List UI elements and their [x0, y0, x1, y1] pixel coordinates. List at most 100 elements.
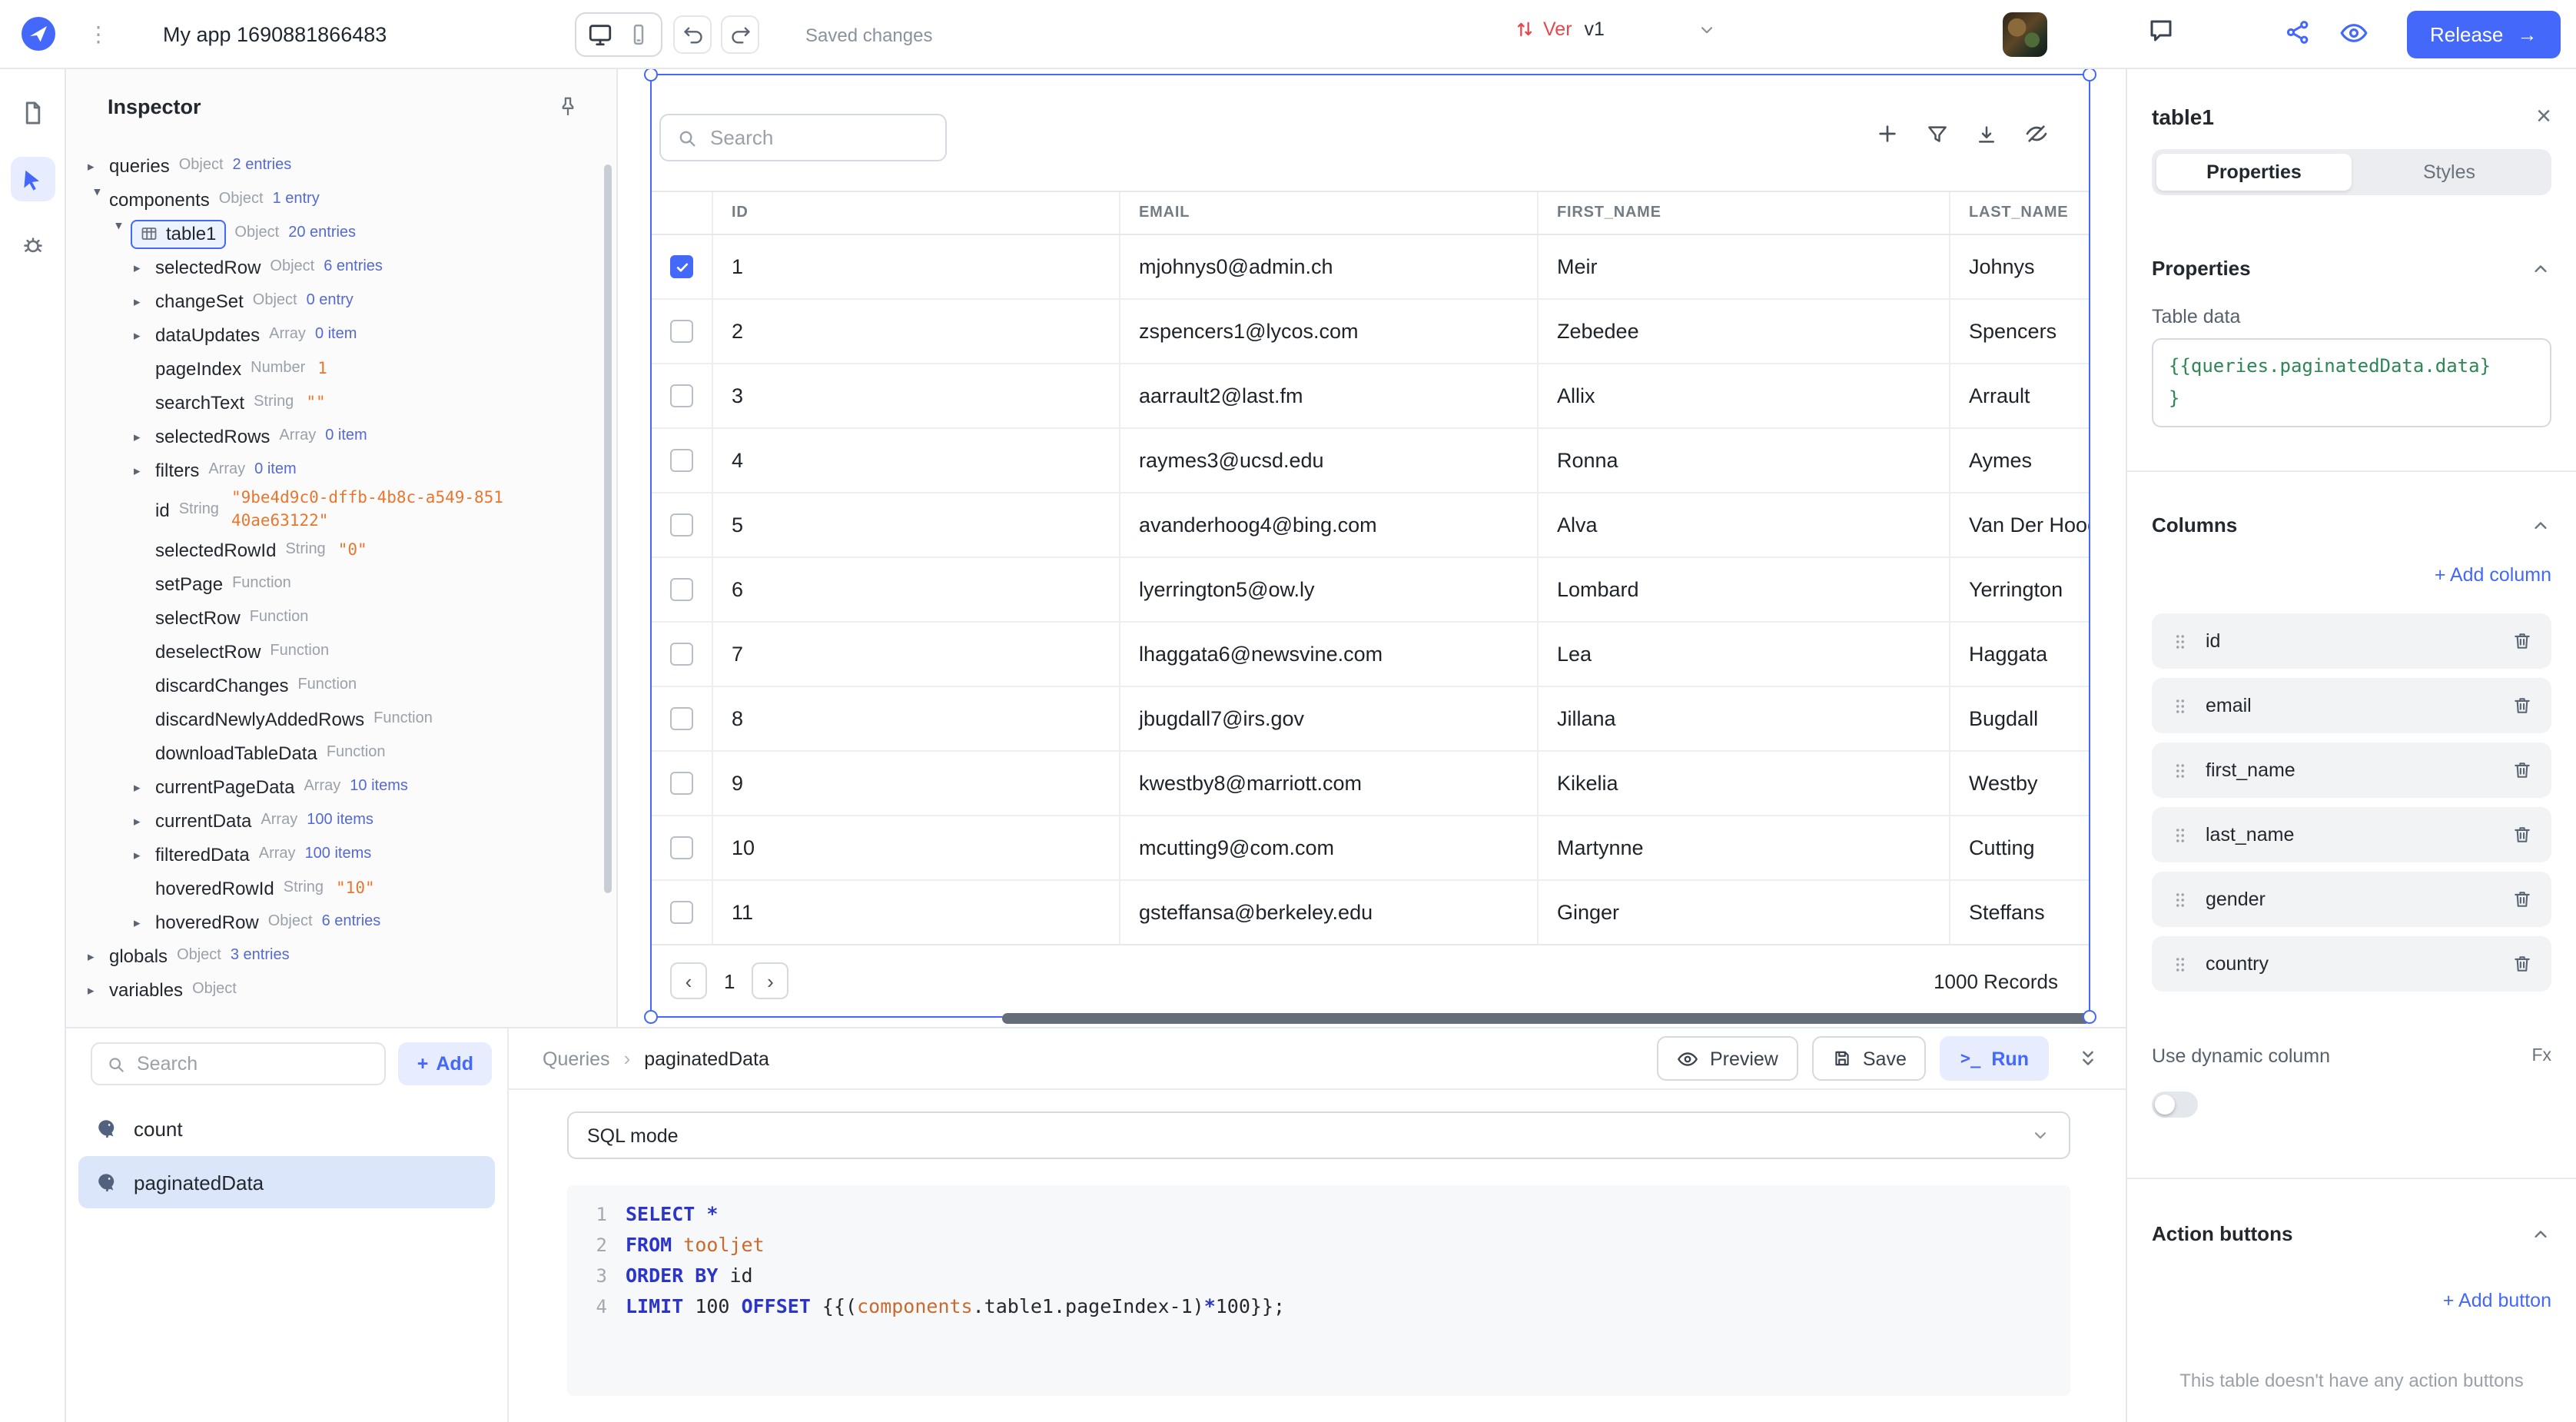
pages-icon-button[interactable] — [10, 91, 55, 135]
chevron-icon[interactable]: ▸ — [134, 804, 155, 838]
chevron-up-icon[interactable] — [2530, 1223, 2551, 1244]
tree-item-discardChanges[interactable]: ▸discardChangesFunction — [66, 669, 616, 703]
tree-item-deselectRow[interactable]: ▸deselectRowFunction — [66, 635, 616, 669]
table-row[interactable]: 10mcutting9@com.comMartynneCutting — [652, 816, 2089, 881]
tree-item-hoveredRowId[interactable]: ▸hoveredRowIdString"10" — [66, 872, 616, 905]
column-item-first_name[interactable]: first_name — [2152, 743, 2551, 798]
chevron-icon[interactable]: ▸ — [134, 284, 155, 318]
release-button[interactable]: Release → — [2407, 11, 2560, 58]
table-row[interactable]: 7lhaggata6@newsvine.comLeaHaggata — [652, 623, 2089, 687]
row-checkbox[interactable] — [670, 449, 693, 472]
sql-editor[interactable]: 1234 SELECT *FROM tooljetORDER BY idLIMI… — [567, 1185, 2070, 1396]
column-header-email[interactable]: EMAIL — [1120, 192, 1539, 234]
column-header-last-name[interactable]: LAST_NAME — [1950, 192, 2089, 234]
resize-handle[interactable] — [2083, 69, 2096, 81]
drag-handle-icon[interactable] — [2170, 696, 2190, 716]
chevron-icon[interactable]: ▸ — [88, 149, 109, 183]
resize-handle[interactable] — [644, 69, 658, 81]
tree-item-dataUpdates[interactable]: ▸dataUpdatesArray0 item — [66, 318, 616, 352]
tab-properties[interactable]: Properties — [2156, 154, 2352, 191]
row-checkbox[interactable] — [670, 836, 693, 859]
desktop-view-button[interactable] — [587, 22, 613, 48]
chevron-icon[interactable]: ▸ — [134, 770, 155, 804]
app-title[interactable]: My app 1690881866483 — [163, 23, 387, 46]
add-action-button-link[interactable]: + Add button — [2152, 1290, 2551, 1311]
section-properties[interactable]: Properties — [2152, 257, 2551, 280]
drag-handle-icon[interactable] — [2170, 631, 2190, 651]
dynamic-column-toggle[interactable] — [2152, 1091, 2198, 1118]
app-logo-icon[interactable] — [20, 15, 57, 52]
column-item-last_name[interactable]: last_name — [2152, 807, 2551, 862]
sql-code[interactable]: SELECT *FROM tooljetORDER BY idLIMIT 100… — [607, 1199, 1285, 1396]
tree-item-globals[interactable]: ▸globalsObject3 entries — [66, 939, 616, 973]
redo-button[interactable] — [721, 15, 759, 54]
mobile-view-button[interactable] — [627, 23, 650, 46]
row-checkbox[interactable] — [670, 643, 693, 666]
delete-column-icon[interactable] — [2511, 695, 2533, 716]
fx-button[interactable]: Fx — [2531, 1047, 2551, 1065]
chevron-up-icon[interactable] — [2530, 257, 2551, 279]
avatar[interactable] — [2003, 12, 2047, 57]
chevron-icon[interactable]: ▸ — [88, 939, 109, 973]
table-row[interactable]: 2zspencers1@lycos.comZebedeeSpencers — [652, 300, 2089, 364]
close-icon[interactable]: × — [2536, 103, 2551, 129]
tree-item-discardNewlyAddedRows[interactable]: ▸discardNewlyAddedRowsFunction — [66, 703, 616, 736]
tree-item-hoveredRow[interactable]: ▸hoveredRowObject6 entries — [66, 905, 616, 939]
table-row[interactable]: 3aarrault2@last.fmAllixArrault — [652, 364, 2089, 429]
drag-handle-icon[interactable] — [2170, 760, 2190, 780]
delete-column-icon[interactable] — [2511, 759, 2533, 781]
row-checkbox[interactable] — [670, 320, 693, 343]
chevron-icon[interactable]: ▸ — [134, 905, 155, 939]
column-item-email[interactable]: email — [2152, 678, 2551, 733]
row-checkbox[interactable] — [670, 901, 693, 924]
comments-icon[interactable] — [2147, 17, 2175, 45]
drag-handle-icon[interactable] — [2170, 954, 2190, 974]
preview-button[interactable]: Preview — [1658, 1036, 1798, 1081]
delete-column-icon[interactable] — [2511, 889, 2533, 910]
tree-item-selectRow[interactable]: ▸selectRowFunction — [66, 601, 616, 635]
chevron-icon[interactable]: ▸ — [88, 973, 109, 1007]
drag-handle-icon[interactable] — [2170, 825, 2190, 845]
add-row-icon[interactable] — [1875, 121, 1900, 146]
sql-mode-select[interactable]: SQL mode — [567, 1111, 2070, 1159]
table-row[interactable]: 5avanderhoog4@bing.comAlvaVan Der Hoog — [652, 493, 2089, 558]
table-row[interactable]: 11gsteffansa@berkeley.eduGingerSteffans — [652, 881, 2089, 945]
add-query-button[interactable]: + Add — [399, 1042, 492, 1085]
tree-item-variables[interactable]: ▸variablesObject — [66, 973, 616, 1007]
tree-item-changeSet[interactable]: ▸changeSetObject0 entry — [66, 284, 616, 318]
tree-item-selectedRow[interactable]: ▸selectedRowObject6 entries — [66, 251, 616, 284]
row-checkbox[interactable] — [670, 513, 693, 537]
table-widget[interactable]: Search ID EMAIL FIRST_ — [650, 74, 2090, 1018]
tree-item-selectedRows[interactable]: ▸selectedRowsArray0 item — [66, 420, 616, 454]
tree-item-filteredData[interactable]: ▸filteredDataArray100 items — [66, 838, 616, 872]
canvas-horizontal-scrollbar[interactable] — [1002, 1013, 2090, 1024]
chevron-up-icon[interactable] — [2530, 514, 2551, 536]
tree-item-id[interactable]: ▸idString"9be4d9c0-dffb-4b8c-a549-85140a… — [66, 487, 616, 533]
tree-item-filters[interactable]: ▸filtersArray0 item — [66, 454, 616, 487]
app-menu-icon[interactable]: ⋮ — [88, 20, 109, 48]
table-data-input[interactable]: {{queries.paginatedData.data} } — [2152, 338, 2551, 427]
tree-item-components[interactable]: ▸componentsObject1 entry — [66, 183, 616, 217]
breadcrumb-queries[interactable]: Queries — [543, 1048, 610, 1069]
table-row[interactable]: 9kwestby8@marriott.comKikeliaWestby — [652, 752, 2089, 816]
filter-icon[interactable] — [1926, 122, 1949, 145]
tree-item-queries[interactable]: ▸queriesObject2 entries — [66, 149, 616, 183]
row-checkbox[interactable] — [670, 578, 693, 601]
chevron-icon[interactable]: ▸ — [134, 838, 155, 872]
table-row[interactable]: 6lyerrington5@ow.lyLombardYerrington — [652, 558, 2089, 623]
tree-item-currentData[interactable]: ▸currentDataArray100 items — [66, 804, 616, 838]
debugger-icon-button[interactable] — [10, 223, 55, 267]
column-item-id[interactable]: id — [2152, 613, 2551, 669]
table-search-input[interactable]: Search — [659, 114, 947, 161]
delete-column-icon[interactable] — [2511, 824, 2533, 846]
share-icon[interactable] — [2284, 18, 2312, 46]
tree-item-currentPageData[interactable]: ▸currentPageDataArray10 items — [66, 770, 616, 804]
chevron-icon[interactable]: ▸ — [103, 223, 137, 244]
next-page-button[interactable]: › — [752, 962, 788, 999]
chevron-icon[interactable]: ▸ — [81, 189, 115, 211]
delete-column-icon[interactable] — [2511, 630, 2533, 652]
canvas[interactable]: Search ID EMAIL FIRST_ — [618, 69, 2126, 1027]
table-row[interactable]: 8jbugdall7@irs.govJillanaBugdall — [652, 687, 2089, 752]
download-icon[interactable] — [1975, 122, 1998, 145]
run-query-button[interactable]: >_ Run — [1940, 1036, 2049, 1081]
